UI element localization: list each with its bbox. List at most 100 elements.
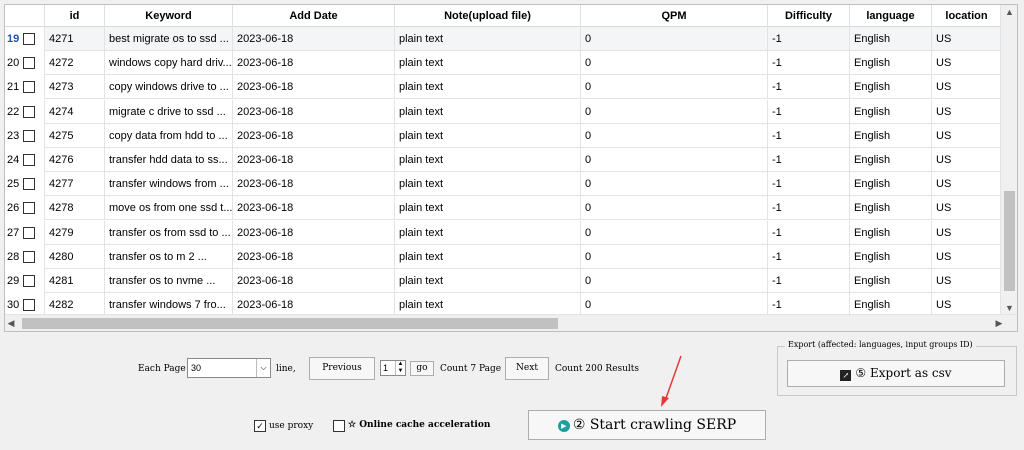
header-add-date[interactable]: Add Date <box>233 5 395 27</box>
cell-id: 4276 <box>45 148 105 172</box>
vertical-scrollbar[interactable]: ▲ ▼ <box>1000 5 1017 315</box>
next-button[interactable]: Next <box>505 357 549 380</box>
row-checkbox[interactable] <box>23 202 35 215</box>
cell-language: English <box>850 27 932 51</box>
use-proxy-checkbox[interactable]: ✓ <box>254 420 266 432</box>
cell-language: English <box>850 99 932 124</box>
row-number: 28 <box>5 244 45 269</box>
header-qpm[interactable]: QPM <box>581 5 768 27</box>
cell-keyword: transfer windows from ... <box>105 172 233 197</box>
cell-difficulty: -1 <box>768 51 850 76</box>
cell-language: English <box>850 172 932 197</box>
cell-note: plain text <box>395 244 581 269</box>
horizontal-scroll-thumb[interactable] <box>22 318 558 329</box>
cell-difficulty: -1 <box>768 244 850 269</box>
cell-note: plain text <box>395 172 581 197</box>
cell-id: 4272 <box>45 51 105 76</box>
cell-qpm: 0 <box>581 27 768 51</box>
cell-location: US <box>936 57 952 70</box>
online-cache-checkbox[interactable] <box>333 420 345 432</box>
cell-id: 4279 <box>45 220 105 245</box>
horizontal-scrollbar[interactable]: ◀ ▶ <box>5 314 1017 331</box>
row-checkbox[interactable] <box>23 33 35 45</box>
table-row[interactable]: 28 4280 transfer os to m 2 ... 2023-06-18 pl… <box>5 244 1001 269</box>
page-number-spinner[interactable]: 1 ▲ ▼ <box>380 360 406 376</box>
row-checkbox[interactable] <box>23 81 35 94</box>
header-note[interactable]: Note(upload file) <box>395 5 581 27</box>
row-checkbox[interactable] <box>23 105 35 118</box>
cell-add-date: 2023-06-18 <box>233 196 395 221</box>
cell-difficulty: -1 <box>768 27 850 51</box>
page-size-value: 30 <box>191 363 202 373</box>
export-csv-button[interactable]: ↗ ⑤ Export as csv <box>787 360 1005 387</box>
row-checkbox[interactable] <box>23 275 35 287</box>
table-row[interactable]: 19 4271 best migrate os to ssd ... 2023-06-… <box>5 27 1001 51</box>
cell-note: plain text <box>395 75 581 100</box>
spinner-arrows-icon[interactable]: ▲ ▼ <box>395 361 405 375</box>
row-checkbox[interactable] <box>23 250 35 263</box>
table-row[interactable]: 29 4281 transfer os to nvme ... 2023-06-18 p… <box>5 269 1001 293</box>
cell-language: English <box>850 269 932 293</box>
play-icon: ▶ <box>557 420 570 432</box>
start-crawling-label: ② Start crawling SERP <box>572 417 737 433</box>
table-row[interactable]: 23 4275 copy data from hdd to ... 2023-06-1… <box>5 123 1001 148</box>
row-number: 25 <box>5 172 45 197</box>
result-count-label: Count 200 Results <box>555 364 640 374</box>
row-checkbox[interactable] <box>23 178 35 191</box>
page-size-select[interactable]: 30 ⌵ <box>187 358 271 378</box>
table-row[interactable]: 25 4277 transfer windows from ... 2023-06-1… <box>5 172 1001 197</box>
cell-note: plain text <box>395 196 581 221</box>
table-row[interactable]: 21 4273 copy windows drive to ... 2023-06-1… <box>5 75 1001 100</box>
scroll-left-icon[interactable]: ◀ <box>5 318 17 329</box>
go-button[interactable]: go <box>410 361 434 376</box>
cell-difficulty: -1 <box>768 172 850 197</box>
table-row[interactable]: 20 4272 windows copy hard driv... 2023-06-1… <box>5 51 1001 76</box>
row-number-label: 20 <box>7 57 20 70</box>
scroll-right-icon[interactable]: ▶ <box>993 318 1005 329</box>
page-count-label: Count 7 Page <box>440 364 502 374</box>
row-number: 27 <box>5 220 45 245</box>
row-checkbox[interactable] <box>23 154 35 166</box>
row-checkbox[interactable] <box>23 226 35 239</box>
cell-difficulty: -1 <box>768 123 850 148</box>
row-number-label: 22 <box>7 105 20 118</box>
header-language[interactable]: language <box>850 5 932 27</box>
cell-qpm: 0 <box>581 51 768 76</box>
chevron-down-icon[interactable]: ⌵ <box>256 359 270 377</box>
cell-language: English <box>850 51 932 76</box>
cell-note: plain text <box>395 220 581 245</box>
scroll-up-icon[interactable]: ▲ <box>1001 7 1017 17</box>
cell-qpm: 0 <box>581 99 768 124</box>
previous-button[interactable]: Previous <box>309 357 375 380</box>
header-difficulty[interactable]: Difficulty <box>768 5 850 27</box>
cell-id: 4281 <box>45 269 105 293</box>
header-select <box>5 5 45 27</box>
row-checkbox[interactable] <box>23 129 35 142</box>
scroll-down-icon[interactable]: ▼ <box>1001 303 1017 313</box>
table-row[interactable]: 24 4276 transfer hdd data to ss... 2023-06-… <box>5 148 1001 172</box>
table-row[interactable]: 22 4274 migrate c drive to ssd ... 2023-06-… <box>5 99 1001 124</box>
each-page-label: Each Page <box>138 364 186 374</box>
table-row[interactable]: 26 4278 move os from one ssd t... 2023-06-1… <box>5 196 1001 221</box>
row-checkbox[interactable] <box>23 299 35 312</box>
header-keyword[interactable]: Keyword <box>105 5 233 27</box>
table-row[interactable]: 27 4279 transfer os from ssd to ... 2023-06… <box>5 220 1001 245</box>
cell-location: US <box>936 105 952 118</box>
cell-note: plain text <box>395 148 581 172</box>
row-checkbox[interactable] <box>23 57 35 70</box>
row-number: 19 <box>5 27 45 51</box>
header-location[interactable]: location <box>932 5 1001 27</box>
cell-add-date: 2023-06-18 <box>233 99 395 124</box>
cell-qpm: 0 <box>581 123 768 148</box>
cell-location: US <box>936 129 952 142</box>
cell-difficulty: -1 <box>768 75 850 100</box>
cell-add-date: 2023-06-18 <box>233 123 395 148</box>
row-number-label: 26 <box>7 202 20 215</box>
cell-keyword: best migrate os to ssd ... <box>105 27 233 51</box>
header-id[interactable]: id <box>45 5 105 27</box>
vertical-scroll-thumb[interactable] <box>1004 191 1015 291</box>
cell-difficulty: -1 <box>768 196 850 221</box>
row-number: 23 <box>5 123 45 148</box>
start-crawling-button[interactable]: ▶ ② Start crawling SERP <box>528 410 766 440</box>
cell-add-date: 2023-06-18 <box>233 172 395 197</box>
